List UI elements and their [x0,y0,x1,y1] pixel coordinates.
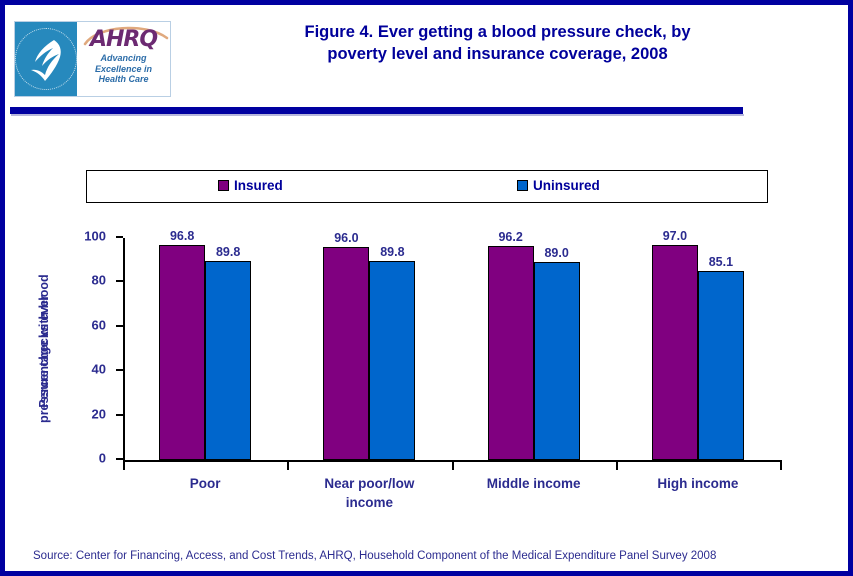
figure-title: Figure 4. Ever getting a blood pressure … [185,21,810,65]
ahrq-logo: AHRQ Advancing Excellence in Health Care [14,21,171,97]
y-axis-tick-label: 0 [98,450,106,466]
x-axis-category-label-line: Poor [189,476,221,491]
y-axis-tick: 20 [92,406,123,421]
y-axis-tick-label: 20 [91,406,106,422]
bar-value-label: 96.0 [334,230,359,245]
y-axis-tick: 60 [92,317,123,332]
ahrq-tagline: Advancing Excellence in Health Care [95,53,152,85]
y-axis-tick-label: 80 [91,272,106,288]
y-axis-tick: 0 [99,451,123,466]
bar-insured-2: 96.2 [487,230,534,460]
x-axis-category-label-line: High income [657,476,739,491]
ahrq-acronym: AHRQ [89,27,158,52]
bar-group: 97.0 85.1 [616,229,780,460]
legend-swatch-uninsured [517,180,528,191]
x-axis-category-label: High income [616,474,780,493]
bar-uninsured-2: 89.0 [533,246,580,460]
bar-insured-3: 97.0 [651,229,698,460]
hhs-bird-icon [31,40,61,81]
header-divider [10,107,744,116]
figure-title-line1: Figure 4. Ever getting a blood pressure … [304,23,691,41]
y-axis-title: Percentage with blood pressure checks ev… [27,238,61,462]
bar-uninsured-1: 89.8 [369,245,416,460]
y-axis-tick-label: 100 [84,228,106,244]
bar-uninsured-3: 85.1 [697,255,744,460]
ahrq-tagline-line2: Excellence in [94,63,153,74]
legend-label-insured: Insured [234,178,283,193]
bar-value-label: 97.0 [662,228,688,243]
y-axis-tick: 100 [84,229,123,244]
x-axis-category-label-line: income [345,495,393,510]
y-axis-title-line2: pressure checks ever [37,295,51,423]
legend-swatch-insured [218,180,229,191]
x-axis-separator-tick [780,460,782,470]
source-note: Source: Center for Financing, Access, an… [33,550,717,562]
ahrq-tagline-line1: Advancing [100,53,147,63]
ahrq-tagline-line3: Health Care [98,74,149,84]
x-axis-separator-tick [451,460,454,470]
y-axis-tick-label: 60 [91,317,106,333]
bar-value-label: 89.0 [544,246,569,261]
bar-value-label: 89.8 [215,244,241,259]
x-axis-separator-tick [287,460,290,470]
legend-item-insured: Insured [218,178,283,193]
figure-title-line2: poverty level and insurance coverage, 20… [327,45,668,63]
x-axis-separator-tick [123,460,125,470]
ahrq-wordmark: AHRQ Advancing Excellence in Health Care [77,22,170,96]
hhs-seal-icon [15,22,77,96]
x-axis-category-label-line: Middle income [486,476,581,491]
bar-uninsured-0: 89.8 [205,245,252,460]
chart-legend: Insured Uninsured [86,170,768,203]
bar-value-label: 96.2 [498,230,523,245]
x-axis-category-label: Middle income [452,474,616,493]
bar-group: 96.2 89.0 [452,230,616,460]
bar-group: 96.0 89.8 [287,231,451,460]
y-axis-tick-label: 40 [91,361,106,377]
plot-area: 0 20 40 60 80 100 Poor 96.8 89.8 Near poor/low inc… [84,229,782,510]
y-axis-tick: 80 [92,273,123,288]
bar-value-label: 85.1 [708,255,734,270]
bar-group: 96.8 89.8 [123,229,287,460]
x-axis-category-label-line: Near poor/low [324,476,415,491]
bar-value-label: 89.8 [380,244,405,259]
legend-item-uninsured: Uninsured [517,178,600,193]
figure-page: AHRQ Advancing Excellence in Health Care… [0,0,853,576]
bar-insured-1: 96.0 [323,231,370,460]
bar-value-label: 96.8 [169,229,195,244]
bar-insured-0: 96.8 [159,229,206,460]
y-axis-tick: 40 [92,362,123,377]
legend-label-uninsured: Uninsured [533,178,600,193]
x-axis-category-label: Poor [123,474,287,493]
x-axis-separator-tick [615,460,618,470]
x-axis-category-label: Near poor/low income [287,474,451,512]
